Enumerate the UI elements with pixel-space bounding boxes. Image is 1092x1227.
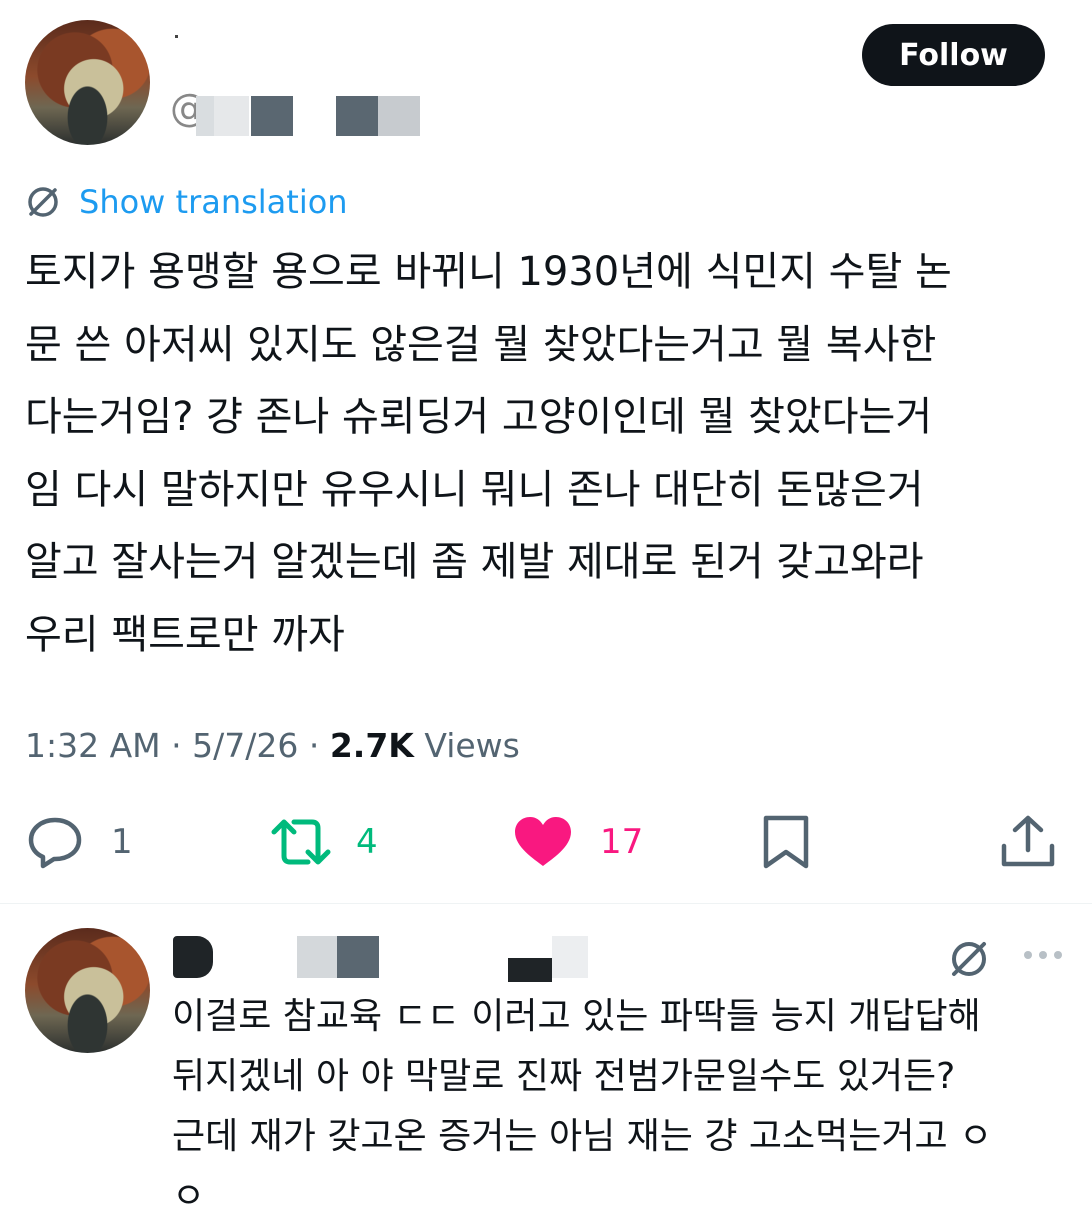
like-count: 17 — [600, 822, 644, 862]
show-translation-row[interactable]: Show translation — [25, 180, 348, 224]
author-handle-redaction — [196, 96, 421, 136]
author-avatar[interactable] — [25, 20, 150, 145]
meta-separator: · — [160, 726, 193, 765]
reply-count: 1 — [111, 822, 133, 862]
like-button[interactable]: 17 — [512, 812, 643, 872]
views-label: Views — [413, 726, 520, 765]
follow-button[interactable]: Follow — [862, 24, 1045, 86]
retweet-count: 4 — [356, 822, 378, 862]
share-icon — [1001, 815, 1055, 867]
tweet-divider — [0, 903, 1092, 904]
reply-author-avatar[interactable] — [25, 928, 150, 1053]
tweet-meta: 1:32 AM · 5/7/26 · 2.7K Views — [25, 726, 520, 765]
tweet-text: 토지가 용맹할 용으로 바뀌니 1930년에 식민지 수탈 논 문 쓴 아저씨 … — [25, 249, 952, 658]
translate-icon[interactable] — [946, 936, 992, 982]
translate-icon — [28, 187, 58, 217]
tweet-date[interactable]: 5/7/26 — [192, 726, 298, 765]
meta-separator: · — [298, 726, 330, 765]
show-translation-link[interactable]: Show translation — [79, 183, 348, 221]
reply-icon — [28, 817, 82, 869]
retweet-icon — [271, 819, 331, 865]
author-name-redaction — [175, 35, 178, 38]
retweet-button[interactable]: 4 — [270, 812, 378, 872]
reply-author-redaction — [173, 936, 593, 986]
more-icon[interactable] — [1020, 944, 1066, 966]
reply-button[interactable]: 1 — [25, 812, 133, 872]
views-count[interactable]: 2.7K — [330, 726, 414, 765]
share-button[interactable] — [998, 812, 1058, 872]
bookmark-button[interactable] — [758, 812, 814, 872]
tweet-time[interactable]: 1:32 AM — [25, 726, 161, 765]
reply-text: 이걸로 참교육 ㄷㄷ 이러고 있는 파딱들 능지 개답답해 뒤지겠네 아 야 막… — [172, 996, 993, 1217]
heart-icon — [515, 817, 571, 866]
bookmark-icon — [763, 815, 809, 869]
